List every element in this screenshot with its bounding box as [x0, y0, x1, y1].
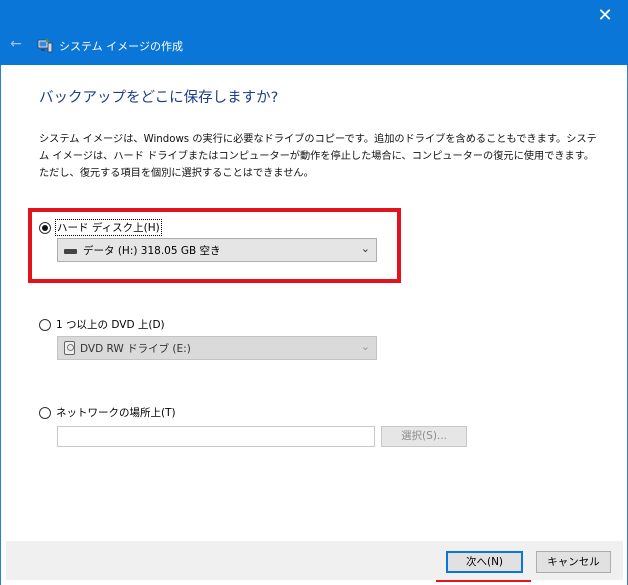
dvd-dropdown[interactable]: DVD RW ドライブ (E:) ⌄: [57, 336, 377, 360]
back-arrow-icon[interactable]: ←: [6, 34, 26, 54]
radio-label-dvd[interactable]: 1 つ以上の DVD 上(D): [56, 317, 165, 332]
radio-button-dvd[interactable]: [39, 318, 51, 331]
window-title: システム イメージの作成: [59, 40, 183, 53]
browse-button[interactable]: 選択(S)...: [381, 426, 467, 447]
network-location-input[interactable]: [57, 426, 375, 447]
window-border-right: [623, 65, 628, 585]
close-button[interactable]: ✕: [582, 0, 628, 31]
next-button[interactable]: 次へ(N): [446, 551, 523, 573]
chevron-down-icon: ⌄: [360, 340, 370, 353]
description-text: システム イメージは、Windows の実行に必要なドライブのコピーです。追加の…: [39, 134, 597, 179]
cancel-button[interactable]: キャンセル: [536, 551, 611, 573]
radio-dvd[interactable]: 1 つ以上の DVD 上(D): [39, 317, 165, 332]
wizard-content: バックアップをどこに保存しますか? システム イメージは、Windows の実行…: [6, 65, 623, 541]
system-image-icon: [37, 38, 53, 53]
radio-network[interactable]: ネットワークの場所上(T): [39, 405, 176, 420]
radio-label-network[interactable]: ネットワークの場所上(T): [56, 405, 176, 420]
radio-button-network[interactable]: [39, 406, 51, 419]
title-bar: ✕ ← システム イメージの作成: [0, 0, 628, 65]
page-title: バックアップをどこに保存しますか?: [39, 90, 279, 106]
highlight-hard-disk: [28, 208, 401, 283]
dvd-drive-icon: [64, 341, 75, 355]
wizard-footer: 次へ(N) キャンセル: [6, 541, 623, 580]
dvd-dropdown-value: DVD RW ドライブ (E:): [80, 342, 191, 355]
